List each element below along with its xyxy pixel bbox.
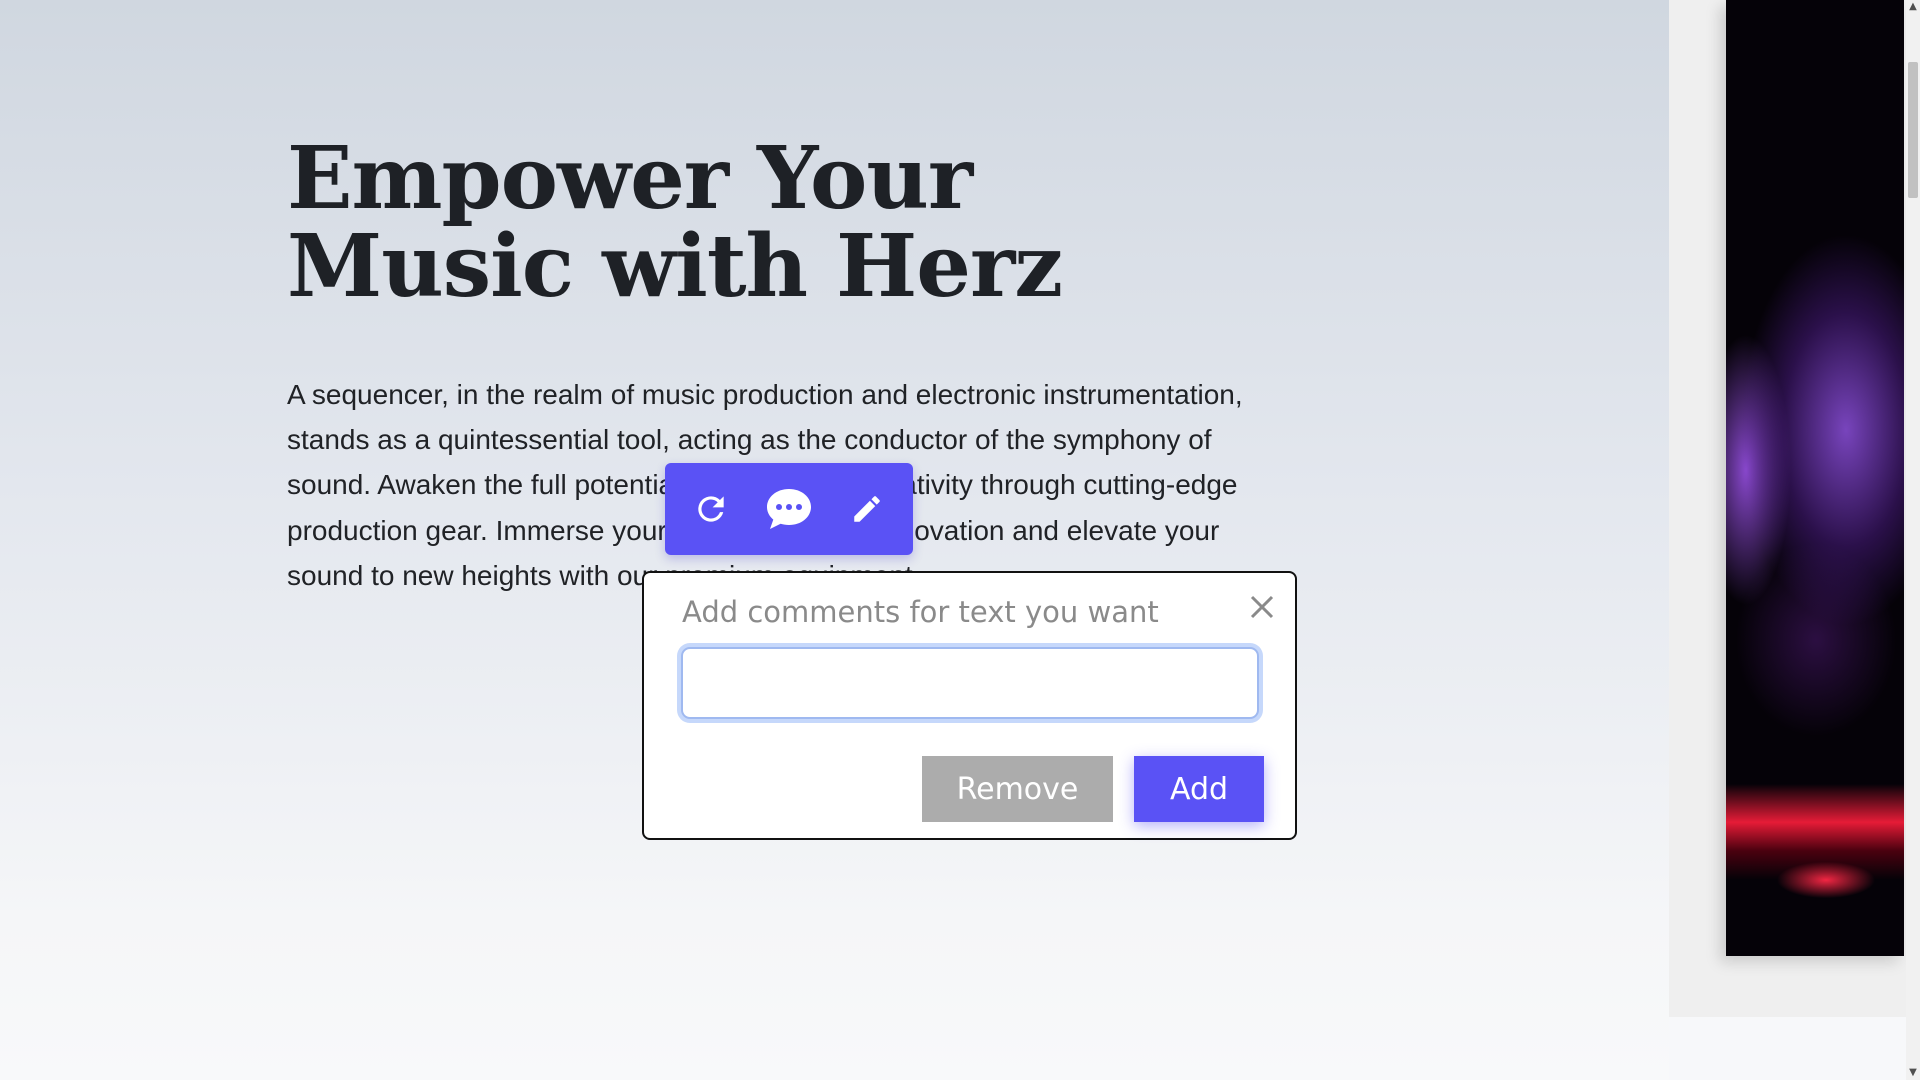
close-button[interactable] — [1244, 589, 1280, 625]
edit-button[interactable] — [841, 483, 893, 535]
add-button[interactable]: Add — [1134, 756, 1264, 822]
comment-button[interactable] — [763, 483, 815, 535]
comment-input[interactable] — [681, 647, 1259, 719]
pencil-icon — [854, 496, 880, 522]
scroll-down-arrow-icon[interactable]: ▼ — [1906, 1066, 1920, 1080]
remove-button[interactable]: Remove — [922, 756, 1113, 822]
refresh-icon — [698, 496, 724, 522]
hero-image — [1726, 0, 1904, 956]
comment-dialog-title: Add comments for text you want — [682, 595, 1159, 629]
refresh-button[interactable] — [685, 483, 737, 535]
scrollbar-thumb[interactable] — [1908, 62, 1918, 198]
comment-icon — [767, 489, 811, 529]
scroll-up-arrow-icon[interactable]: ▲ — [1906, 0, 1920, 14]
floating-toolbar — [665, 463, 913, 555]
close-icon — [1250, 595, 1274, 619]
vertical-scrollbar[interactable]: ▲ ▼ — [1906, 0, 1920, 1080]
hero-headline: Empower Your Music with Herz — [287, 128, 1063, 317]
comment-dialog: Add comments for text you want Remove Ad… — [642, 571, 1297, 840]
